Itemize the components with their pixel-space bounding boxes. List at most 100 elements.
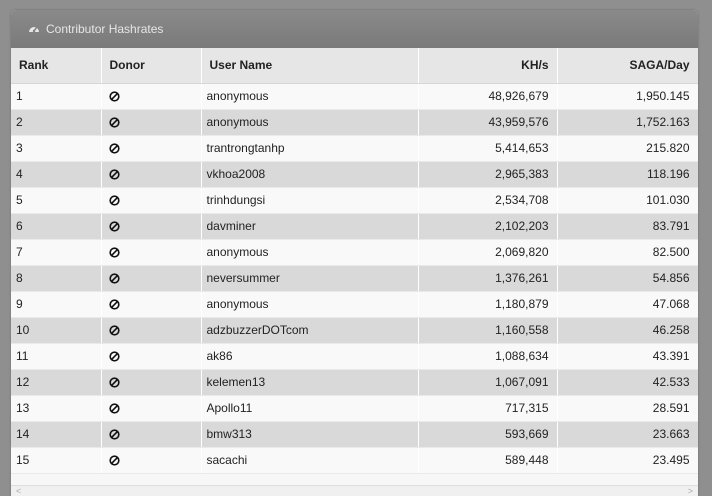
contributor-hashrates-panel: Contributor Hashrates Rank Donor User Na…: [11, 10, 698, 496]
not-donor-icon: [108, 247, 120, 258]
not-donor-icon: [108, 403, 120, 414]
donor-cell: [101, 421, 202, 448]
column-header-username[interactable]: User Name: [201, 48, 419, 84]
donor-cell: [101, 109, 202, 136]
khs-cell: 1,067,091: [418, 369, 558, 396]
saga-day-cell: 23.663: [557, 421, 698, 448]
table-row: 2 anonymous 43,959,576 1,752.163: [11, 109, 698, 136]
table-row: 6 davminer 2,102,203 83.791: [11, 213, 698, 240]
rank-cell: 10: [11, 317, 102, 344]
table-row: 9 anonymous 1,180,879 47.068: [11, 291, 698, 318]
column-header-khs[interactable]: KH/s: [418, 48, 558, 84]
donor-cell: [101, 343, 202, 370]
khs-cell: 1,160,558: [418, 317, 558, 344]
saga-day-cell: 47.068: [557, 291, 698, 318]
khs-cell: 1,376,261: [418, 265, 558, 292]
username-cell: sacachi: [201, 447, 419, 474]
username-cell: anonymous: [201, 291, 419, 318]
saga-day-cell: 82.500: [557, 239, 698, 266]
username-cell: adzbuzzerDOTcom: [201, 317, 419, 344]
not-donor-icon: [108, 91, 120, 102]
saga-day-cell: 46.258: [557, 317, 698, 344]
rank-cell: 9: [11, 291, 102, 318]
horizontal-scrollbar[interactable]: < >: [11, 485, 698, 496]
rank-cell: 13: [11, 395, 102, 422]
not-donor-icon: [108, 455, 120, 466]
donor-cell: [101, 187, 202, 214]
saga-day-cell: 101.030: [557, 187, 698, 214]
rank-cell: 11: [11, 343, 102, 370]
rank-cell: 6: [11, 213, 102, 240]
column-header-saga-day[interactable]: SAGA/Day: [557, 48, 698, 84]
username-cell: anonymous: [201, 239, 419, 266]
username-cell: Apollo11: [201, 395, 419, 422]
username-cell: trinhdungsi: [201, 187, 419, 214]
khs-cell: 43,959,576: [418, 109, 558, 136]
khs-cell: 717,315: [418, 395, 558, 422]
saga-day-cell: 23.495: [557, 447, 698, 474]
khs-cell: 2,534,708: [418, 187, 558, 214]
hashrates-table: Rank Donor User Name KH/s SAGA/Day 1 anon…: [11, 48, 698, 474]
donor-cell: [101, 395, 202, 422]
not-donor-icon: [108, 195, 120, 206]
rank-cell: 2: [11, 109, 102, 136]
table-row: 5 trinhdungsi 2,534,708 101.030: [11, 187, 698, 214]
not-donor-icon: [108, 169, 120, 180]
donor-cell: [101, 291, 202, 318]
khs-cell: 1,180,879: [418, 291, 558, 318]
khs-cell: 589,448: [418, 447, 558, 474]
donor-cell: [101, 135, 202, 162]
table-row: 8 neversummer 1,376,261 54.856: [11, 265, 698, 292]
khs-cell: 2,069,820: [418, 239, 558, 266]
not-donor-icon: [108, 429, 120, 440]
table-row: 10 adzbuzzerDOTcom 1,160,558 46.258: [11, 317, 698, 344]
not-donor-icon: [108, 299, 120, 310]
khs-cell: 2,965,383: [418, 161, 558, 188]
table-row: 1 anonymous 48,926,679 1,950.145: [11, 83, 698, 110]
scroll-left-icon[interactable]: <: [16, 487, 21, 496]
rank-cell: 8: [11, 265, 102, 292]
username-cell: ak86: [201, 343, 419, 370]
saga-day-cell: 118.196: [557, 161, 698, 188]
username-cell: anonymous: [201, 109, 419, 136]
table-row: 15 sacachi 589,448 23.495: [11, 447, 698, 474]
donor-cell: [101, 213, 202, 240]
khs-cell: 48,926,679: [418, 83, 558, 110]
rank-cell: 3: [11, 135, 102, 162]
not-donor-icon: [108, 351, 120, 362]
donor-cell: [101, 83, 202, 110]
saga-day-cell: 42.533: [557, 369, 698, 396]
not-donor-icon: [108, 377, 120, 388]
dashboard-icon: [28, 23, 40, 35]
rank-cell: 7: [11, 239, 102, 266]
rank-cell: 15: [11, 447, 102, 474]
table-row: 11 ak86 1,088,634 43.391: [11, 343, 698, 370]
username-cell: vkhoa2008: [201, 161, 419, 188]
saga-day-cell: 1,752.163: [557, 109, 698, 136]
column-header-rank[interactable]: Rank: [11, 48, 102, 84]
column-header-donor[interactable]: Donor: [101, 48, 202, 84]
saga-day-cell: 28.591: [557, 395, 698, 422]
donor-cell: [101, 265, 202, 292]
username-cell: trantrongtanhp: [201, 135, 419, 162]
donor-cell: [101, 161, 202, 188]
panel-header: Contributor Hashrates: [11, 10, 698, 48]
saga-day-cell: 43.391: [557, 343, 698, 370]
username-cell: anonymous: [201, 83, 419, 110]
table-row: 12 kelemen13 1,067,091 42.533: [11, 369, 698, 396]
not-donor-icon: [108, 143, 120, 154]
table-row: 14 bmw313 593,669 23.663: [11, 421, 698, 448]
rank-cell: 5: [11, 187, 102, 214]
saga-day-cell: 215.820: [557, 135, 698, 162]
donor-cell: [101, 239, 202, 266]
saga-day-cell: 54.856: [557, 265, 698, 292]
donor-cell: [101, 369, 202, 396]
khs-cell: 2,102,203: [418, 213, 558, 240]
rank-cell: 14: [11, 421, 102, 448]
saga-day-cell: 1,950.145: [557, 83, 698, 110]
username-cell: kelemen13: [201, 369, 419, 396]
panel-title: Contributor Hashrates: [46, 22, 164, 36]
not-donor-icon: [108, 221, 120, 232]
rank-cell: 4: [11, 161, 102, 188]
scroll-right-icon[interactable]: >: [688, 487, 693, 496]
